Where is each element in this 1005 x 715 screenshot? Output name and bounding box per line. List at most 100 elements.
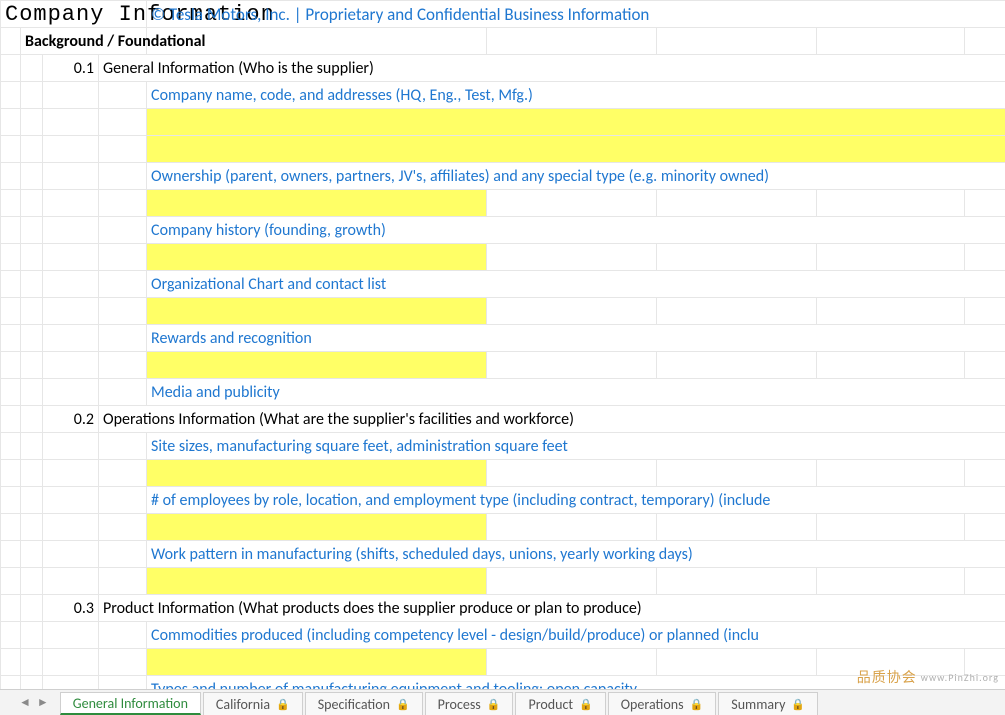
cell[interactable] (1, 82, 21, 109)
cell[interactable] (657, 190, 817, 217)
tab-scroll-controls[interactable]: ◄► (8, 689, 60, 715)
cell[interactable] (487, 568, 657, 595)
cell[interactable] (817, 298, 965, 325)
cell[interactable] (99, 163, 147, 190)
cell[interactable] (43, 649, 99, 676)
cell[interactable] (1, 541, 21, 568)
cell[interactable] (43, 82, 99, 109)
cell[interactable] (43, 271, 99, 298)
cell[interactable] (43, 163, 99, 190)
cell[interactable] (657, 649, 817, 676)
cell[interactable] (1, 514, 21, 541)
cell[interactable] (99, 622, 147, 649)
sheet-tab-process[interactable]: Process🔒 (425, 692, 514, 715)
cell[interactable] (1, 109, 21, 136)
input-cell[interactable] (147, 460, 487, 487)
cell[interactable] (21, 406, 43, 433)
input-cell[interactable] (147, 109, 1005, 136)
cell[interactable] (99, 217, 147, 244)
cell[interactable] (43, 514, 99, 541)
input-cell[interactable] (147, 649, 487, 676)
cell[interactable] (99, 298, 147, 325)
input-cell[interactable] (147, 190, 487, 217)
cell[interactable] (21, 55, 43, 82)
cell[interactable] (99, 568, 147, 595)
input-cell[interactable] (147, 352, 487, 379)
cell[interactable] (1, 622, 21, 649)
cell[interactable] (657, 244, 817, 271)
sheet-tab-summary[interactable]: Summary🔒 (718, 692, 818, 715)
cell[interactable] (1, 163, 21, 190)
cell[interactable] (99, 649, 147, 676)
cell[interactable] (21, 649, 43, 676)
cell[interactable] (487, 190, 657, 217)
cell[interactable] (21, 352, 43, 379)
cell[interactable] (657, 460, 817, 487)
cell[interactable] (1, 379, 21, 406)
sheet-tab-general-information[interactable]: General Information (60, 692, 201, 715)
cell[interactable] (99, 487, 147, 514)
cell[interactable] (43, 352, 99, 379)
cell[interactable] (43, 460, 99, 487)
cell[interactable] (817, 460, 965, 487)
cell[interactable] (1, 190, 21, 217)
cell[interactable] (99, 379, 147, 406)
cell[interactable] (43, 541, 99, 568)
input-cell[interactable] (147, 514, 487, 541)
cell[interactable] (21, 136, 43, 163)
cell[interactable] (1, 325, 21, 352)
sheet-tab-california[interactable]: California🔒 (203, 692, 303, 715)
cell[interactable] (1, 568, 21, 595)
cell[interactable] (817, 568, 965, 595)
cell[interactable] (21, 217, 43, 244)
cell[interactable] (1, 55, 21, 82)
sheet-tab-operations[interactable]: Operations🔒 (608, 692, 716, 715)
cell[interactable] (43, 217, 99, 244)
cell[interactable] (99, 352, 147, 379)
spreadsheet-grid[interactable]: Company Information© Tesla Motors, Inc. … (0, 0, 1005, 703)
cell[interactable] (487, 28, 657, 55)
cell[interactable] (43, 622, 99, 649)
cell[interactable] (965, 28, 1005, 55)
cell[interactable] (487, 352, 657, 379)
input-cell[interactable] (147, 136, 1005, 163)
cell[interactable] (99, 136, 147, 163)
cell[interactable] (487, 460, 657, 487)
cell[interactable] (99, 271, 147, 298)
cell[interactable] (817, 514, 965, 541)
cell[interactable] (99, 514, 147, 541)
cell[interactable] (21, 190, 43, 217)
cell[interactable] (21, 163, 43, 190)
cell[interactable] (43, 190, 99, 217)
cell[interactable] (99, 541, 147, 568)
cell[interactable] (1, 217, 21, 244)
cell[interactable] (99, 433, 147, 460)
cell[interactable] (43, 136, 99, 163)
cell[interactable] (21, 298, 43, 325)
cell[interactable] (99, 190, 147, 217)
cell[interactable] (657, 352, 817, 379)
cell[interactable] (487, 244, 657, 271)
cell[interactable] (43, 433, 99, 460)
cell[interactable] (21, 514, 43, 541)
cell[interactable] (43, 244, 99, 271)
cell[interactable] (99, 82, 147, 109)
cell[interactable] (1, 595, 21, 622)
cell[interactable] (21, 325, 43, 352)
cell[interactable] (21, 568, 43, 595)
cell[interactable] (965, 244, 1005, 271)
cell[interactable] (657, 298, 817, 325)
cell[interactable] (99, 244, 147, 271)
cell[interactable] (1, 28, 21, 55)
cell[interactable] (43, 568, 99, 595)
cell[interactable] (1, 433, 21, 460)
cell[interactable] (21, 541, 43, 568)
cell[interactable] (99, 460, 147, 487)
cell[interactable] (487, 514, 657, 541)
cell[interactable] (965, 298, 1005, 325)
cell[interactable] (99, 109, 147, 136)
input-cell[interactable] (147, 568, 487, 595)
cell[interactable] (21, 379, 43, 406)
cell[interactable] (657, 568, 817, 595)
cell[interactable] (1, 271, 21, 298)
